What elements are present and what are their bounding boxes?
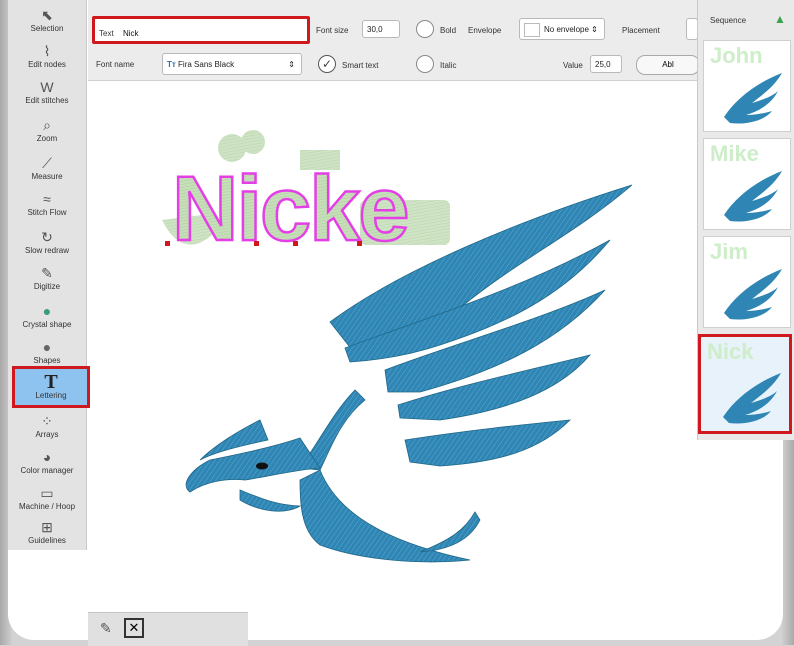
- slow-redraw-icon: ↻: [41, 229, 53, 245]
- eagle-thumbnail-icon: [724, 269, 782, 320]
- smart-text-label: Smart text: [342, 61, 379, 70]
- envelope-label: Envelope: [468, 26, 502, 35]
- tool-lettering[interactable]: T Lettering: [12, 366, 90, 408]
- bottom-toolbar: ✎ ✕: [88, 612, 248, 646]
- font-name-label: Font name: [96, 60, 135, 69]
- tool-selection[interactable]: ⬉ Selection: [8, 2, 86, 40]
- sequence-item-name: John: [710, 43, 763, 68]
- tool-label: Measure: [31, 172, 63, 181]
- font-type-icon: Tт: [167, 60, 176, 69]
- tool-label: Edit nodes: [28, 60, 66, 69]
- tool-label: Arrays: [35, 430, 59, 439]
- zoom-icon: ⌕: [43, 117, 51, 133]
- sequence-header: Sequence ▲: [698, 10, 794, 32]
- sequence-item[interactable]: Mike: [703, 138, 791, 230]
- tool-edit-nodes[interactable]: ⌇ Edit nodes: [8, 38, 86, 76]
- smart-text-toggle[interactable]: [318, 55, 336, 73]
- chevron-updown-icon: ⇕: [591, 25, 598, 34]
- text-label: Text: [99, 29, 114, 38]
- edit-stitches-icon: W: [40, 79, 54, 95]
- tool-arrays[interactable]: ⁘ Arrays: [8, 408, 86, 446]
- italic-toggle[interactable]: [416, 55, 434, 73]
- font-name-value: Fira Sans Black: [178, 60, 235, 69]
- sequence-title: Sequence: [710, 16, 747, 25]
- sequence-item[interactable]: Jim: [703, 236, 791, 328]
- measure-icon: ⟋: [42, 155, 52, 171]
- edit-nodes-icon: ⌇: [43, 43, 51, 59]
- sequence-item-name: Jim: [710, 239, 748, 264]
- placement-label: Placement: [622, 26, 660, 35]
- tool-label: Lettering: [35, 391, 67, 400]
- embroidery-design[interactable]: Nicke: [0, 0, 794, 645]
- lettering-object[interactable]: Nicke: [165, 157, 411, 261]
- tool-measure[interactable]: ⟋ Measure: [8, 150, 86, 188]
- tool-label: Digitize: [33, 282, 61, 291]
- app-window: Nicke ⬉ Selection ⌇ Edit nodes W Edit st…: [0, 0, 794, 646]
- color-manager-icon: ◕: [42, 449, 52, 465]
- tool-zoom[interactable]: ⌕ Zoom: [8, 112, 86, 150]
- tool-label: Slow redraw: [24, 246, 69, 255]
- envelope-value: No envelope: [544, 25, 589, 34]
- value-label: Value: [563, 61, 583, 70]
- tool-label: Shapes: [33, 356, 61, 365]
- tool-machine-hoop[interactable]: ▭ Machine / Hoop: [8, 480, 86, 518]
- move-up-icon[interactable]: ▲: [774, 12, 786, 26]
- digitize-icon: ✎: [41, 265, 53, 281]
- stitch-flow-icon: ≈: [43, 191, 51, 207]
- tool-label: Guidelines: [28, 536, 66, 545]
- value-field[interactable]: 25,0: [590, 55, 622, 73]
- eagle-thumbnail-icon: [724, 73, 782, 124]
- sequence-item[interactable]: John: [703, 40, 791, 132]
- selection-icon: ⬉: [41, 7, 53, 23]
- abc-button[interactable]: Abl: [636, 55, 700, 75]
- tool-label: Selection: [30, 24, 64, 33]
- tool-label: Zoom: [36, 134, 58, 143]
- font-size-field[interactable]: 30,0: [362, 20, 400, 38]
- eagle-thumbnail-icon: [723, 373, 781, 424]
- sequence-panel: Sequence ▲ John Mike Jim Nick: [697, 0, 794, 440]
- text-field[interactable]: Text Nick: [92, 16, 310, 44]
- tool-label: Machine / Hoop: [18, 502, 76, 511]
- bold-toggle[interactable]: [416, 20, 434, 38]
- pen-icon[interactable]: ✎: [100, 620, 112, 637]
- eagle-eye: [256, 462, 268, 470]
- lettering-icon: T: [44, 371, 58, 393]
- tool-color-manager[interactable]: ◕ Color manager: [8, 444, 86, 482]
- font-size-label: Font size: [316, 26, 349, 35]
- sequence-item-name: Mike: [710, 141, 759, 166]
- envelope-preview-icon: [524, 22, 540, 37]
- tool-guidelines[interactable]: ⊞ Guidelines: [8, 514, 86, 552]
- crystal-shape-icon: ●: [42, 303, 52, 319]
- guidelines-icon: ⊞: [41, 519, 53, 535]
- tool-edit-stitches[interactable]: W Edit stitches: [8, 74, 86, 112]
- tool-label: Color manager: [20, 466, 74, 475]
- sequence-item-name: Nick: [707, 339, 754, 364]
- sequence-item-selected[interactable]: Nick: [698, 334, 792, 434]
- italic-label: Italic: [440, 61, 457, 70]
- arrays-icon: ⁘: [41, 413, 53, 429]
- tool-label: Edit stitches: [25, 96, 69, 105]
- chevron-updown-icon: ⇕: [288, 60, 295, 69]
- shapes-icon: ●: [42, 339, 52, 355]
- font-name-select[interactable]: Tт Fira Sans Black ⇕: [162, 53, 302, 75]
- bold-label: Bold: [440, 26, 457, 35]
- tool-slow-redraw[interactable]: ↻ Slow redraw: [8, 224, 86, 262]
- tool-crystal-shape[interactable]: ● Crystal shape: [8, 298, 86, 336]
- tool-stitch-flow[interactable]: ≈ Stitch Flow: [8, 186, 86, 224]
- text-value: Nick: [123, 29, 139, 38]
- tool-digitize[interactable]: ✎ Digitize: [8, 260, 86, 298]
- lettering-text: Nicke: [172, 158, 408, 260]
- tool-label: Crystal shape: [22, 320, 72, 329]
- tool-label: Stitch Flow: [27, 208, 67, 217]
- eagle-thumbnail-icon: [724, 171, 782, 222]
- hoop-icon: ▭: [40, 485, 54, 501]
- tools-toolbar: ⬉ Selection ⌇ Edit nodes W Edit stitches ⌕ Z…: [8, 0, 90, 552]
- envelope-select[interactable]: No envelope ⇕: [519, 18, 605, 40]
- close-box-icon[interactable]: ✕: [124, 618, 144, 638]
